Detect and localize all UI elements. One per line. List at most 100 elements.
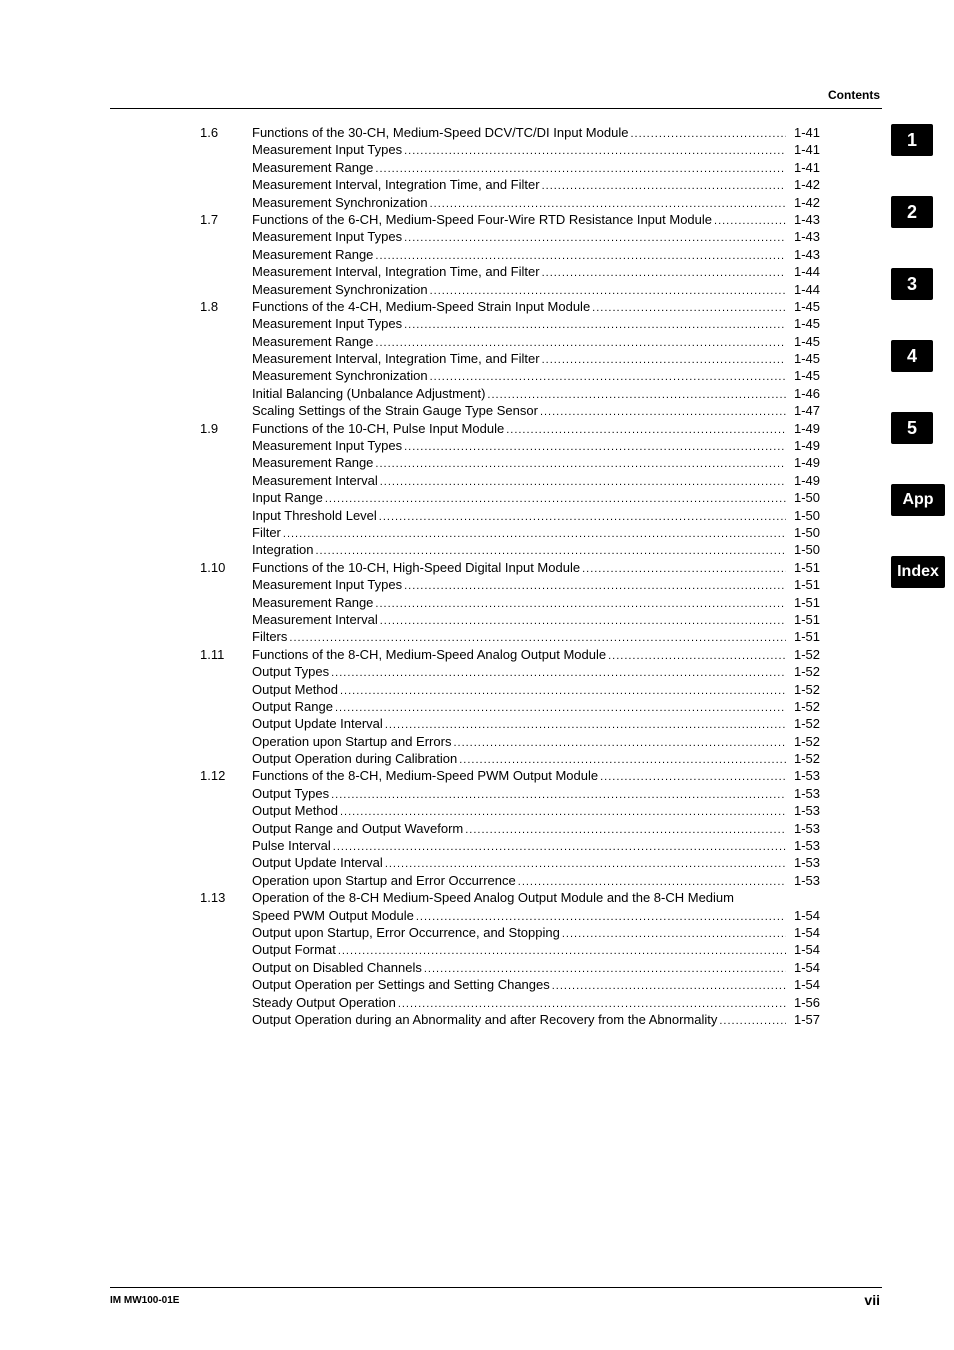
toc-leader-dots — [329, 665, 786, 680]
toc-leader-dots — [560, 926, 786, 941]
toc-leader-dots — [485, 387, 786, 402]
toc-page-ref: 1-51 — [786, 594, 820, 611]
toc-leader-dots — [540, 265, 786, 280]
toc-line: Output Method1-53 — [252, 802, 820, 819]
toc-page-ref: 1-44 — [786, 281, 820, 298]
toc-section-number: 1.10 — [200, 559, 252, 576]
table-of-contents: 1.6Functions of the 30-CH, Medium-Speed … — [200, 124, 820, 1028]
toc-line: Output Range and Output Waveform 1-53 — [252, 820, 820, 837]
toc-entry-title: Output upon Startup, Error Occurrence, a… — [252, 924, 560, 941]
toc-page-ref: 1-41 — [786, 124, 820, 141]
toc-leader-dots — [428, 369, 786, 384]
toc-entry-title: Measurement Interval, Integration Time, … — [252, 176, 540, 193]
toc-leader-dots — [550, 978, 786, 993]
toc-entry-title: Output Update Interval — [252, 715, 383, 732]
toc-page-ref: 1-50 — [786, 507, 820, 524]
toc-page-ref: 1-53 — [786, 820, 820, 837]
toc-leader-dots — [580, 561, 786, 576]
toc-entry-title: Integration — [252, 541, 313, 558]
toc-page-ref: 1-45 — [786, 367, 820, 384]
toc-entry-title: Functions of the 30-CH, Medium-Speed DCV… — [252, 124, 628, 141]
toc-page-ref: 1-52 — [786, 663, 820, 680]
toc-leader-dots — [338, 804, 786, 819]
toc-page-ref: 1-52 — [786, 715, 820, 732]
toc-leader-dots — [373, 596, 786, 611]
toc-line: Scaling Settings of the Strain Gauge Typ… — [252, 402, 820, 419]
toc-leader-dots — [329, 787, 786, 802]
side-tab[interactable]: Index — [891, 556, 945, 588]
toc-line: Output on Disabled Channels 1-54 — [252, 959, 820, 976]
toc-entry-title: Pulse Interval — [252, 837, 331, 854]
toc-line: Output Format1-54 — [252, 941, 820, 958]
toc-page-ref: 1-52 — [786, 681, 820, 698]
toc-line: Measurement Range 1-49 — [252, 454, 820, 471]
toc-page-ref: 1-49 — [786, 437, 820, 454]
toc-line: Measurement Range1-43 — [252, 246, 820, 263]
toc-page-ref: 1-52 — [786, 646, 820, 663]
toc-entry-title: Measurement Input Types — [252, 141, 402, 158]
toc-page-ref: 1-51 — [786, 611, 820, 628]
toc-line: Output upon Startup, Error Occurrence, a… — [252, 924, 820, 941]
toc-entry-title: Filters — [252, 628, 287, 645]
side-tab[interactable]: App — [891, 484, 945, 516]
toc-leader-dots — [402, 578, 786, 593]
toc-leader-dots — [457, 752, 786, 767]
toc-entry-title: Output on Disabled Channels — [252, 959, 422, 976]
toc-line: Measurement Interval, Integration Time, … — [252, 350, 820, 367]
toc-line: 1.13Operation of the 8-CH Medium-Speed A… — [200, 889, 820, 906]
toc-page-ref: 1-46 — [786, 385, 820, 402]
toc-leader-dots — [373, 248, 786, 263]
toc-entry-title: Output Types — [252, 785, 329, 802]
toc-entry-title: Measurement Input Types — [252, 576, 402, 593]
toc-leader-dots — [373, 456, 786, 471]
toc-leader-dots — [540, 178, 786, 193]
toc-line: Output Update Interval1-53 — [252, 854, 820, 871]
footer-rule — [110, 1287, 882, 1288]
toc-entry-title: Measurement Range — [252, 594, 373, 611]
side-tab[interactable]: 5 — [891, 412, 933, 444]
toc-entry-title: Measurement Range — [252, 454, 373, 471]
toc-leader-dots — [402, 143, 786, 158]
toc-leader-dots — [378, 613, 786, 628]
side-tab[interactable]: 2 — [891, 196, 933, 228]
toc-leader-dots — [323, 491, 786, 506]
toc-leader-dots — [428, 283, 786, 298]
toc-leader-dots — [414, 909, 786, 924]
header-rule — [110, 108, 882, 109]
toc-section-number: 1.11 — [200, 646, 252, 663]
toc-entry-title: Output Range and Output Waveform — [252, 820, 463, 837]
toc-entry-title: Measurement Input Types — [252, 315, 402, 332]
toc-page-ref: 1-41 — [786, 159, 820, 176]
toc-line: Output Method1-52 — [252, 681, 820, 698]
side-tab[interactable]: 3 — [891, 268, 933, 300]
toc-line: Steady Output Operation1-56 — [252, 994, 820, 1011]
toc-entry-title: Output Types — [252, 663, 329, 680]
toc-page-ref: 1-54 — [786, 941, 820, 958]
toc-leader-dots — [504, 422, 786, 437]
toc-line: Output Operation during Calibration1-52 — [252, 750, 820, 767]
toc-entry-title: Measurement Interval, Integration Time, … — [252, 350, 540, 367]
toc-entry-title: Measurement Input Types — [252, 228, 402, 245]
side-tab[interactable]: 1 — [891, 124, 933, 156]
toc-page-ref: 1-43 — [786, 228, 820, 245]
toc-line: 1.11Functions of the 8-CH, Medium-Speed … — [200, 646, 820, 663]
toc-page-ref: 1-54 — [786, 959, 820, 976]
side-tab[interactable]: 4 — [891, 340, 933, 372]
toc-leader-dots — [628, 126, 786, 141]
toc-line: Measurement Interval, Integration Time, … — [252, 263, 820, 280]
toc-leader-dots — [598, 769, 786, 784]
toc-page-ref: 1-42 — [786, 176, 820, 193]
toc-page-ref: 1-49 — [786, 420, 820, 437]
toc-leader-dots — [336, 943, 786, 958]
toc-leader-dots — [287, 630, 786, 645]
toc-page-ref: 1-49 — [786, 454, 820, 471]
toc-leader-dots — [402, 230, 786, 245]
toc-page-ref: 1-54 — [786, 976, 820, 993]
footer-doc-id: IM MW100-01E — [110, 1295, 179, 1306]
toc-page-ref: 1-43 — [786, 211, 820, 228]
footer-page-number: vii — [864, 1292, 880, 1308]
toc-page-ref: 1-53 — [786, 837, 820, 854]
toc-leader-dots — [540, 352, 786, 367]
page: Contents 1.6Functions of the 30-CH, Medi… — [0, 0, 954, 1350]
toc-section-number: 1.7 — [200, 211, 252, 228]
